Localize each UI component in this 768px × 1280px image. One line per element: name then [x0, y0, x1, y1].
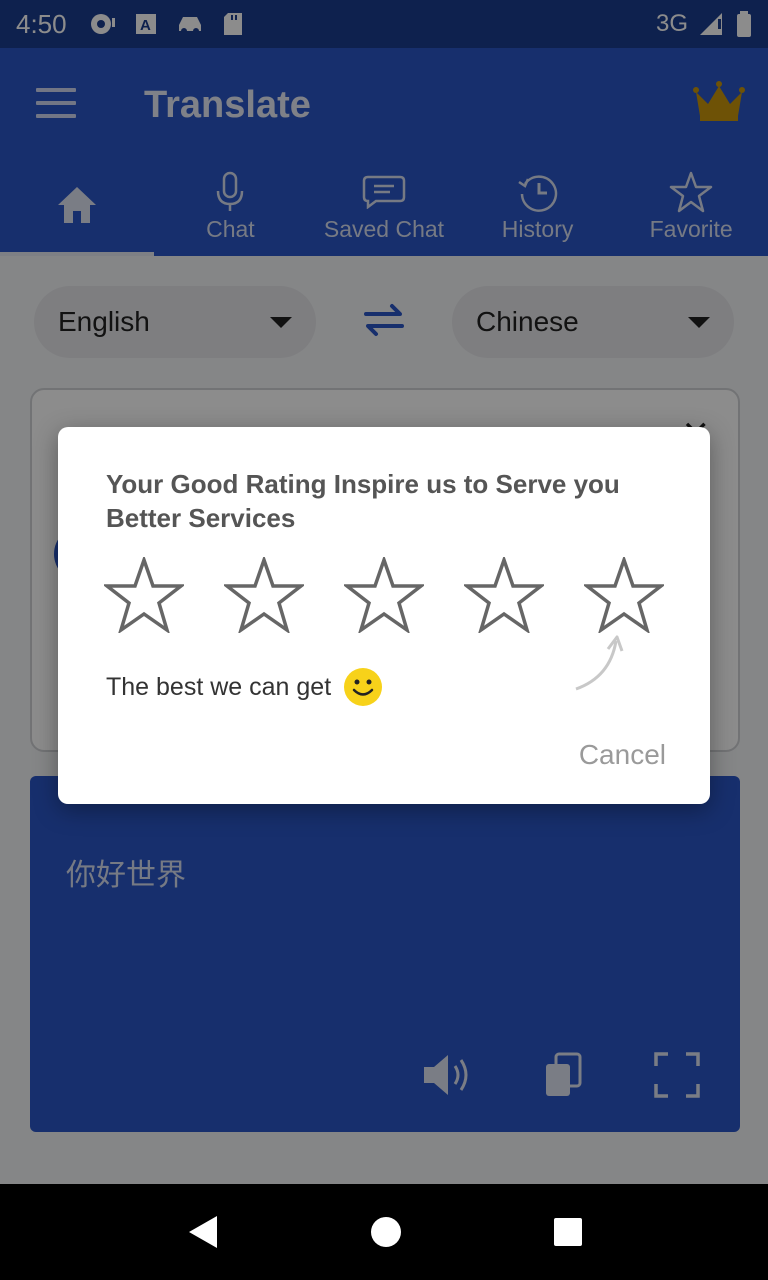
recents-icon[interactable]	[553, 1217, 583, 1247]
home-circle-icon[interactable]	[370, 1216, 402, 1248]
rating-star-5[interactable]	[584, 557, 664, 633]
back-icon[interactable]	[185, 1214, 219, 1250]
rating-star-4[interactable]	[464, 557, 544, 633]
rating-star-3[interactable]	[344, 557, 424, 633]
dialog-title: Your Good Rating Inspire us to Serve you…	[106, 469, 620, 533]
rating-message-row: The best we can get	[106, 667, 383, 707]
smiley-icon	[344, 668, 383, 706]
system-navigation-bar	[0, 1184, 768, 1280]
rating-message: The best we can get	[106, 672, 332, 701]
rating-star-1[interactable]	[104, 557, 184, 633]
cancel-button[interactable]: Cancel	[579, 739, 666, 771]
rating-dialog: Your Good Rating Inspire us to Serve you…	[58, 427, 710, 804]
pointer-arrow-icon	[575, 635, 624, 691]
rating-stars	[104, 557, 664, 633]
rating-star-2[interactable]	[224, 557, 304, 633]
